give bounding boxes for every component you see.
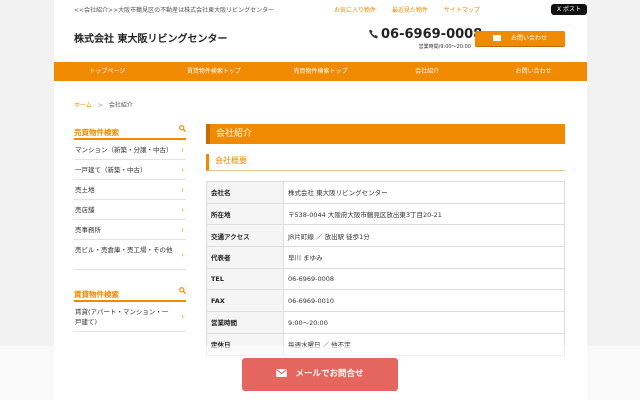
table-row: 会社名 株式会社 東大阪リビングセンター bbox=[206, 181, 565, 204]
nav-sale-search[interactable]: 売買物件検索トップ bbox=[267, 62, 374, 81]
row-value: 06-6969-0010 bbox=[283, 289, 565, 313]
rent-search-heading: 賃貸物件検索 bbox=[74, 282, 186, 302]
mail-icon bbox=[492, 35, 501, 41]
mail-icon bbox=[276, 369, 288, 377]
chevron-right-icon: › bbox=[181, 312, 184, 321]
row-value: 〒538-0044 大阪府大阪市鶴見区放出東3丁目20-21 bbox=[283, 202, 565, 226]
row-value: 株式会社 東大阪リビングセンター bbox=[283, 181, 565, 204]
favorites-link[interactable]: お気に入り物件 bbox=[334, 7, 376, 14]
nav-company[interactable]: 会社紹介 bbox=[374, 62, 481, 81]
table-row: 所在地 〒538-0044 大阪府大阪市鶴見区放出東3丁目20-21 bbox=[206, 202, 565, 226]
phone-icon bbox=[369, 29, 378, 39]
recently-viewed-link[interactable]: 最近見た物件 bbox=[392, 7, 428, 14]
row-label: FAX bbox=[206, 289, 284, 313]
row-label: 代表者 bbox=[206, 246, 284, 269]
table-row: 交通アクセス JR片町線 ／ 放出駅 徒歩1分 bbox=[206, 224, 565, 248]
sidebar-item-mansion[interactable]: マンション（新築・分譲・中古） › bbox=[74, 140, 186, 160]
company-info-table: 会社名 株式会社 東大阪リビングセンター 所在地 〒538-0044 大阪府大阪市鶴見… bbox=[206, 181, 565, 356]
phone-block: 06-6969-0008 営業時間/9:00〜20:00 bbox=[369, 27, 482, 50]
mail-inquiry-button[interactable]: メールでお問合せ bbox=[242, 358, 398, 391]
sidebar-item-building-other[interactable]: 売ビル・売倉庫・売工場・その他 › bbox=[74, 240, 186, 270]
sidebar-item-shop[interactable]: 売店舗 › bbox=[74, 200, 186, 220]
nav-top[interactable]: トップページ bbox=[54, 62, 161, 81]
sidebar: 売買物件検索 マンション（新築・分譲・中古） › 一戸建て（新築・中古） › 売土地… bbox=[74, 120, 186, 332]
section-title: 会社概要 bbox=[206, 154, 565, 171]
chevron-right-icon: › bbox=[181, 145, 184, 154]
header-tagline: <<会社紹介>>大阪市鶴見区の不動産は株式会社東大阪リビングセンター bbox=[74, 7, 275, 14]
sidebar-item-rental[interactable]: 賃貸(アパート・マンション・一戸建て) › bbox=[74, 302, 186, 332]
sale-search-heading: 売買物件検索 bbox=[74, 120, 186, 140]
x-post-button[interactable]: X ポスト bbox=[551, 4, 587, 15]
business-hours: 営業時間/9:00〜20:00 bbox=[418, 44, 471, 50]
chevron-right-icon: › bbox=[181, 165, 184, 174]
row-value: 9:00〜20:00 bbox=[283, 311, 565, 334]
breadcrumb: ホーム > 会社紹介 bbox=[74, 100, 133, 109]
global-nav: トップページ 賃貸物件検索トップ 売買物件検索トップ 会社紹介 お問い合わせ bbox=[54, 62, 587, 81]
row-label: 所在地 bbox=[206, 202, 284, 226]
search-icon bbox=[179, 287, 186, 294]
header-links: お気に入り物件 最近見た物件 サイトマップ bbox=[334, 5, 494, 14]
page-title: 会社紹介 bbox=[206, 124, 565, 144]
main-content: 会社紹介 会社概要 会社名 株式会社 東大阪リビングセンター 所在地 〒538-004… bbox=[206, 124, 565, 356]
breadcrumb-current: 会社紹介 bbox=[108, 102, 133, 109]
chevron-right-icon: › bbox=[181, 185, 184, 194]
row-value: 06-6969-0008 bbox=[283, 267, 565, 291]
row-value: JR片町線 ／ 放出駅 徒歩1分 bbox=[283, 224, 565, 248]
phone-number[interactable]: 06-6969-0008 bbox=[369, 27, 482, 42]
row-label: TEL bbox=[206, 267, 284, 291]
row-label: 営業時間 bbox=[206, 311, 284, 334]
table-row: 営業時間 9:00〜20:00 bbox=[206, 311, 565, 334]
table-row: FAX 06-6969-0010 bbox=[206, 289, 565, 313]
sidebar-item-house[interactable]: 一戸建て（新築・中古） › bbox=[74, 160, 186, 180]
table-row: 代表者 早川 まゆみ bbox=[206, 246, 565, 269]
nav-rent-search[interactable]: 賃貸物件検索トップ bbox=[161, 62, 268, 81]
row-value: 早川 まゆみ bbox=[283, 246, 565, 269]
search-icon bbox=[179, 125, 186, 132]
nav-contact[interactable]: お問い合わせ bbox=[480, 62, 587, 81]
page: <<会社紹介>>大阪市鶴見区の不動産は株式会社東大阪リビングセンター お気に入り… bbox=[54, 0, 587, 400]
sidebar-item-land[interactable]: 売土地 › bbox=[74, 180, 186, 200]
table-row: TEL 06-6969-0008 bbox=[206, 267, 565, 291]
breadcrumb-separator: > bbox=[97, 102, 103, 109]
chevron-right-icon: › bbox=[181, 225, 184, 234]
row-label: 会社名 bbox=[206, 181, 284, 204]
chevron-right-icon: › bbox=[181, 250, 184, 259]
contact-button[interactable]: お問い合わせ bbox=[475, 31, 565, 46]
company-name: 株式会社 東大阪リビングセンター bbox=[74, 34, 228, 45]
sidebar-item-office[interactable]: 売事務所 › bbox=[74, 220, 186, 240]
chevron-right-icon: › bbox=[181, 205, 184, 214]
row-label: 交通アクセス bbox=[206, 224, 284, 248]
sitemap-link[interactable]: サイトマップ bbox=[444, 7, 480, 14]
breadcrumb-home[interactable]: ホーム bbox=[74, 102, 92, 109]
